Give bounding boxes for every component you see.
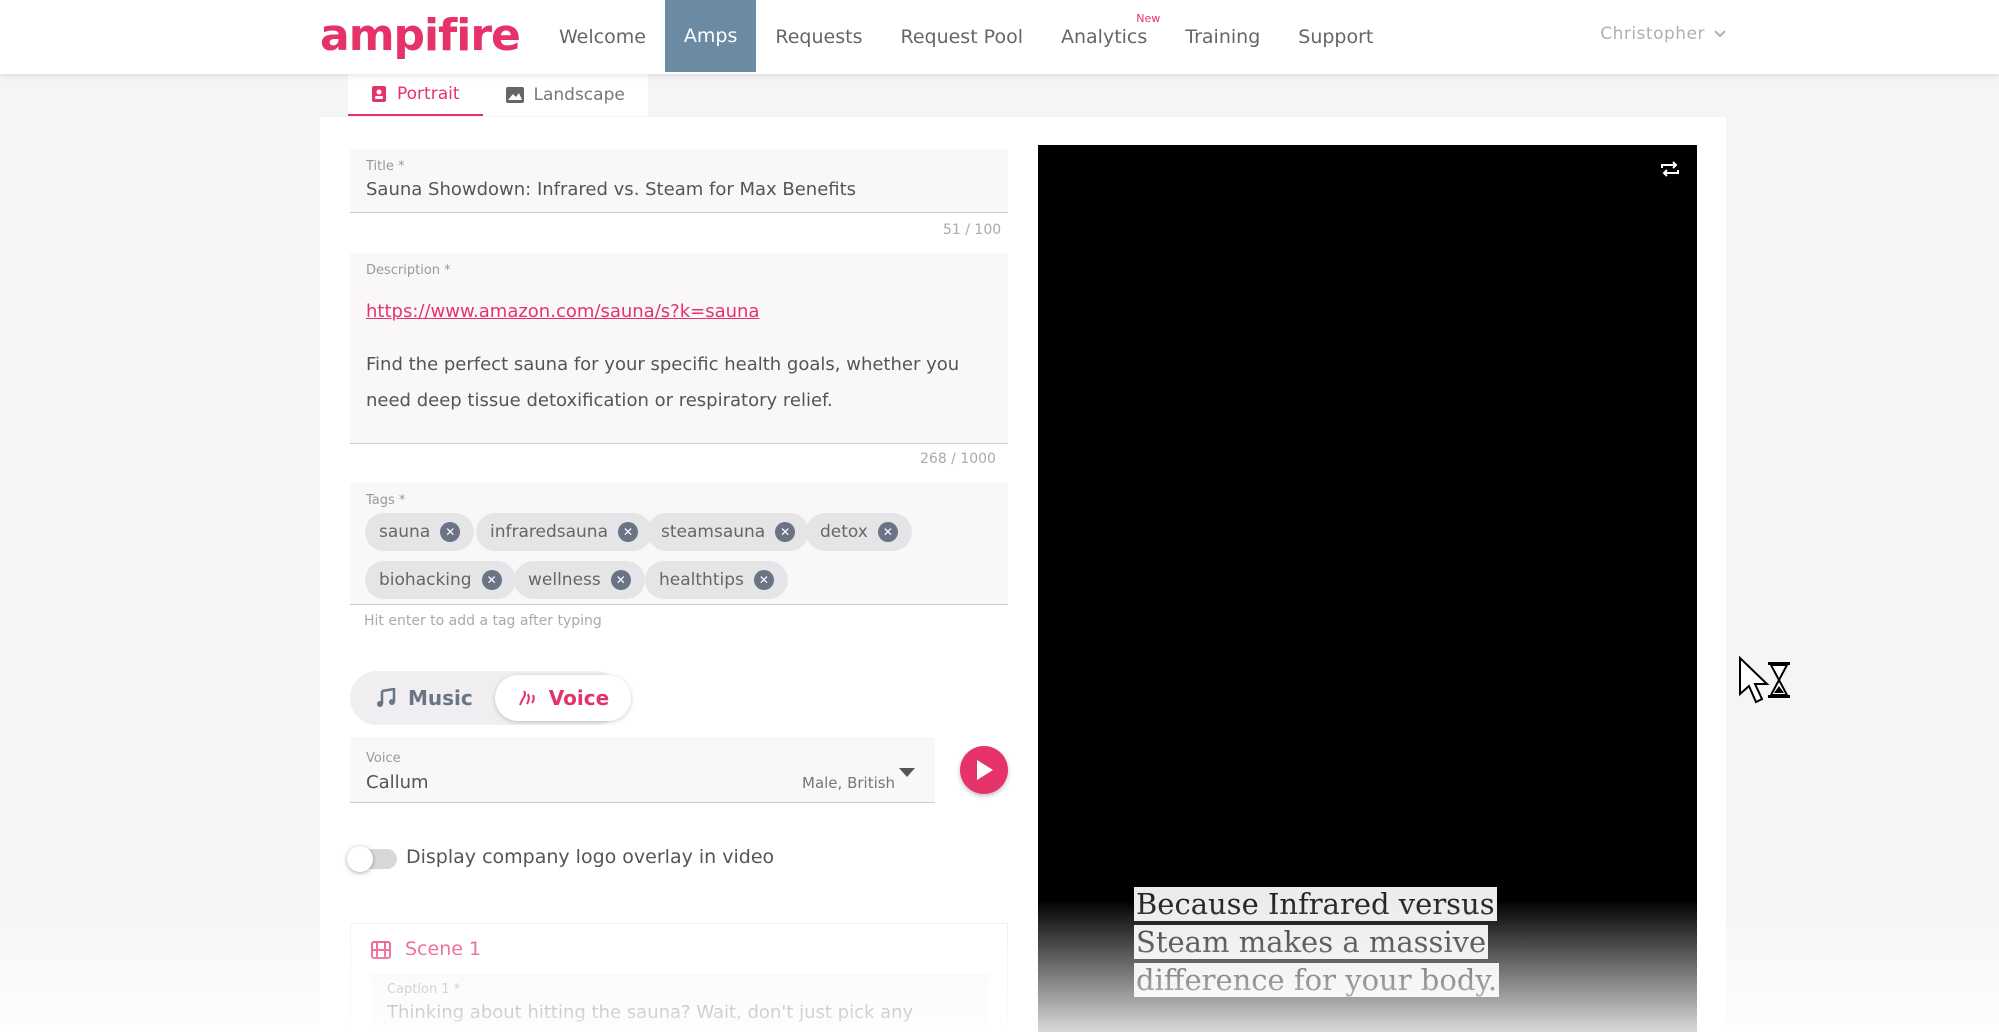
tag-chip: infraredsauna ✕: [476, 513, 652, 551]
music-toggle-button[interactable]: Music: [354, 675, 495, 721]
caption-field[interactable]: Caption 1 * Thinking about hitting the s…: [371, 974, 989, 1032]
nav-label: Request Pool: [900, 26, 1023, 48]
user-name: Christopher: [1600, 24, 1705, 44]
nav-label: Welcome: [559, 26, 646, 48]
nav-label: Training: [1185, 26, 1261, 48]
video-subtitle: Because Infrared versus Steam makes a ma…: [1134, 885, 1574, 999]
music-note-icon: [377, 688, 396, 707]
tag-chip: sauna ✕: [365, 513, 475, 551]
ampifire-logo[interactable]: ampifire: [320, 10, 521, 61]
tag-chip: biohacking ✕: [365, 561, 516, 599]
switch-knob: [347, 846, 373, 872]
tag-label: infraredsauna: [490, 522, 608, 542]
remove-tag-icon[interactable]: ✕: [877, 522, 898, 542]
voice-label: Voice: [548, 686, 610, 710]
description-link[interactable]: https://www.amazon.com/sauna/s?k=sauna: [366, 301, 759, 322]
remove-tag-icon[interactable]: ✕: [481, 570, 502, 590]
remove-tag-icon[interactable]: ✕: [753, 570, 774, 590]
description-label: Description *: [366, 263, 451, 278]
play-voice-button[interactable]: [960, 746, 1008, 794]
play-icon: [977, 760, 993, 780]
portrait-icon: [372, 86, 386, 102]
film-icon: [371, 941, 391, 959]
tab-landscape[interactable]: Landscape: [482, 74, 648, 116]
image-icon: [505, 87, 524, 103]
tag-label: sauna: [379, 522, 431, 542]
title-field[interactable]: Title * Sauna Showdown: Infrared vs. Ste…: [350, 149, 1008, 213]
nav-label: Amps: [683, 25, 738, 47]
top-header: ampifire Welcome Amps Requests Request P…: [0, 0, 1999, 74]
tag-label: detox: [820, 522, 868, 542]
scene-panel: Scene 1 Caption 1 * Thinking about hitti…: [350, 923, 1008, 1032]
tag-label: steamsauna: [661, 522, 766, 542]
nav-label: Requests: [775, 26, 863, 48]
tab-portrait[interactable]: Portrait: [348, 74, 483, 116]
orientation-tabs: Portrait Landscape: [348, 74, 648, 116]
new-badge: New: [1136, 12, 1161, 25]
loop-icon[interactable]: [1659, 159, 1681, 179]
description-field[interactable]: Description * https://www.amazon.com/sau…: [350, 253, 1008, 444]
remove-tag-icon[interactable]: ✕: [775, 522, 796, 542]
tag-chip: healthtips ✕: [645, 561, 788, 599]
tags-hint: Hit enter to add a tag after typing: [364, 613, 602, 629]
caption-text: Thinking about hitting the sauna? Wait, …: [387, 1002, 914, 1023]
description-text: Find the perfect sauna for your specific…: [366, 354, 960, 411]
video-preview[interactable]: Because Infrared versus Steam makes a ma…: [1038, 145, 1697, 1032]
title-counter: 51 / 100: [943, 222, 1002, 238]
scene-title: Scene 1: [405, 938, 482, 960]
title-label: Title *: [366, 159, 405, 174]
voice-icon: [518, 690, 535, 706]
remove-tag-icon[interactable]: ✕: [440, 522, 461, 542]
busy-cursor-icon: [1739, 656, 1790, 704]
main-nav: Welcome Amps Requests Request Pool Analy…: [540, 0, 1392, 74]
voice-value: Callum: [366, 772, 429, 793]
logo-overlay-label: Display company logo overlay in video: [406, 846, 775, 868]
chevron-down-icon: [1714, 30, 1726, 38]
nav-support[interactable]: Support: [1279, 0, 1392, 74]
nav-label: Analytics: [1061, 26, 1148, 48]
voice-select[interactable]: Voice Callum Male, British: [350, 737, 935, 803]
tab-label: Landscape: [533, 85, 625, 105]
nav-analytics[interactable]: Analytics New: [1042, 0, 1166, 74]
voice-toggle-button[interactable]: Voice: [494, 675, 632, 721]
dropdown-arrow-icon: [899, 768, 915, 777]
nav-requests[interactable]: Requests: [756, 0, 881, 74]
subtitle-text: Because Infrared versus Steam makes a ma…: [1134, 887, 1500, 997]
tag-label: healthtips: [659, 570, 744, 590]
remove-tag-icon[interactable]: ✕: [618, 522, 638, 542]
user-menu[interactable]: Christopher: [1600, 24, 1727, 44]
tags-label: Tags *: [366, 493, 406, 508]
tab-label: Portrait: [397, 84, 460, 104]
caption-label: Caption 1 *: [387, 982, 461, 997]
remove-tag-icon[interactable]: ✕: [610, 570, 631, 590]
tag-label: wellness: [528, 570, 601, 590]
logo-overlay-switch[interactable]: [347, 846, 397, 872]
tag-chip: steamsauna ✕: [647, 513, 810, 551]
voice-field-label: Voice: [366, 751, 401, 766]
tag-chip: wellness ✕: [514, 561, 645, 599]
nav-request-pool[interactable]: Request Pool: [881, 0, 1042, 74]
nav-welcome[interactable]: Welcome: [540, 0, 665, 74]
nav-label: Support: [1298, 26, 1374, 48]
music-label: Music: [408, 686, 473, 710]
title-value: Sauna Showdown: Infrared vs. Steam for M…: [366, 179, 857, 200]
voice-detail: Male, British: [802, 774, 896, 792]
tag-chip: detox ✕: [806, 513, 912, 551]
audio-type-toggle: Music Voice: [350, 671, 632, 725]
description-counter: 268 / 1000: [920, 451, 996, 467]
tag-label: biohacking: [379, 570, 472, 590]
nav-training[interactable]: Training: [1166, 0, 1279, 74]
nav-amps[interactable]: Amps: [664, 0, 757, 72]
